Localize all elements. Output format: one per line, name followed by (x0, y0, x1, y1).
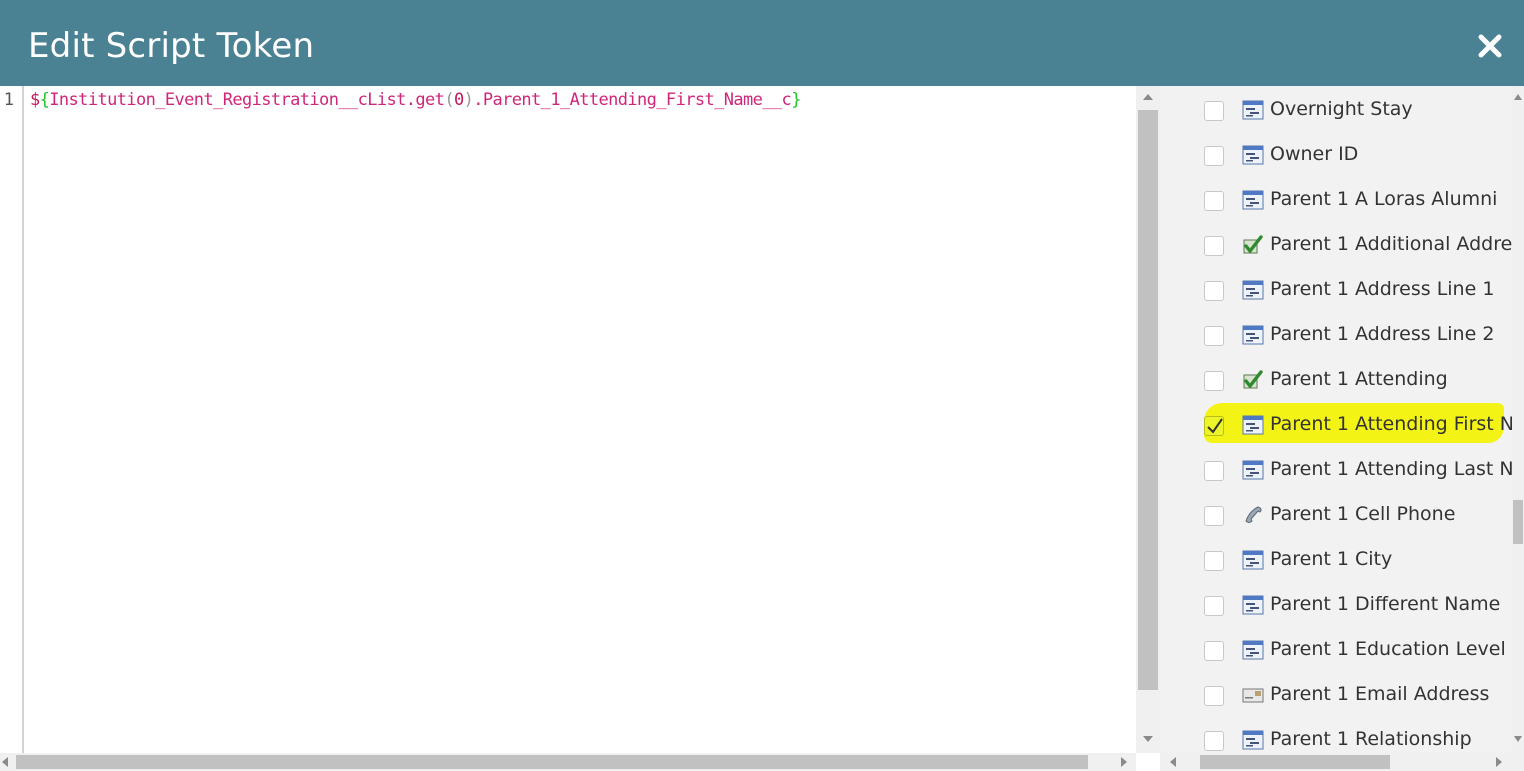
field-checkbox[interactable] (1204, 415, 1224, 436)
field-list-vertical-scrollbar[interactable] (1512, 86, 1524, 753)
text-field-icon (1242, 415, 1264, 435)
text-field-icon (1242, 550, 1264, 570)
field-list-item[interactable]: Owner ID (1204, 131, 1512, 176)
field-label: Parent 1 Attending (1270, 367, 1448, 390)
field-label: Parent 1 Address Line 2 (1270, 322, 1495, 345)
field-list-item[interactable]: Parent 1 Cell Phone (1204, 491, 1512, 536)
field-list-item[interactable]: Parent 1 City (1204, 536, 1512, 581)
text-field-icon (1242, 145, 1264, 165)
field-label: Parent 1 Email Address (1270, 682, 1490, 705)
scroll-right-arrow-icon[interactable] (1121, 757, 1127, 767)
field-list-item[interactable]: Parent 1 Attending Last Name (1204, 446, 1512, 491)
field-checkbox[interactable] (1204, 280, 1224, 301)
code-open-paren: ( (444, 90, 454, 110)
text-field-icon (1242, 595, 1264, 615)
boolean-field-icon (1242, 369, 1264, 390)
editor-vertical-scroll-thumb[interactable] (1138, 110, 1158, 690)
field-label: Parent 1 A Loras Alumni (1270, 187, 1498, 210)
text-field-icon (1242, 325, 1264, 345)
field-list-item[interactable]: Parent 1 Education Level (1204, 626, 1512, 671)
field-list-vertical-scroll-thumb[interactable] (1513, 500, 1523, 544)
field-checkbox[interactable] (1204, 145, 1224, 166)
field-list-item[interactable]: Parent 1 Email Address (1204, 671, 1512, 716)
code-field-name: .Parent_1_Attending_First_Name__c (473, 90, 792, 110)
field-label: Parent 1 Relationship (1270, 727, 1472, 750)
field-label: Parent 1 Attending First Name (1270, 412, 1512, 435)
dialog-header: Edit Script Token (0, 0, 1524, 86)
line-gutter: 1 (0, 86, 24, 753)
field-checkbox[interactable] (1204, 685, 1224, 706)
field-list-item[interactable]: Parent 1 Attending (1204, 356, 1512, 401)
field-list-item[interactable]: Parent 1 Additional Address (1204, 221, 1512, 266)
field-label: Parent 1 City (1270, 547, 1393, 570)
field-label: Overnight Stay (1270, 97, 1413, 120)
text-field-icon (1242, 730, 1264, 750)
field-checkbox[interactable] (1204, 460, 1224, 481)
field-checkbox[interactable] (1204, 370, 1224, 391)
text-field-icon (1242, 100, 1264, 120)
field-checkbox[interactable] (1204, 550, 1224, 571)
field-label: Parent 1 Different Name (1270, 592, 1501, 615)
code-line[interactable]: ${Institution_Event_Registration__cList.… (30, 90, 801, 110)
text-field-icon (1242, 640, 1264, 660)
dialog-title: Edit Script Token (28, 26, 315, 66)
field-list-item[interactable]: Parent 1 Relationship (1204, 716, 1512, 753)
field-checkbox[interactable] (1204, 235, 1224, 256)
field-list-item[interactable]: Parent 1 Address Line 1 (1204, 266, 1512, 311)
field-list-item[interactable]: Parent 1 Different Name (1204, 581, 1512, 626)
scroll-down-arrow-icon[interactable] (1143, 736, 1153, 742)
field-list: Overnight Stay Owner ID Parent 1 A Loras A… (1160, 86, 1512, 753)
code-close-brace: } (791, 90, 801, 110)
field-label: Parent 1 Additional Address (1270, 232, 1512, 255)
field-checkbox[interactable] (1204, 100, 1224, 121)
editor-vertical-scrollbar[interactable] (1136, 86, 1160, 753)
field-label: Parent 1 Attending Last Name (1270, 457, 1512, 480)
scroll-up-arrow-icon[interactable] (1143, 94, 1153, 100)
text-field-icon (1242, 460, 1264, 480)
text-field-icon (1242, 190, 1264, 210)
field-list-item[interactable]: Parent 1 Attending First Name (1204, 401, 1512, 446)
code-dollar: $ (30, 90, 40, 110)
field-list-item[interactable]: Overnight Stay (1204, 86, 1512, 131)
scroll-up-arrow-icon[interactable] (1514, 94, 1522, 100)
editor-horizontal-scroll-thumb[interactable] (16, 755, 1088, 769)
field-checkbox[interactable] (1204, 640, 1224, 661)
code-identifier: Institution_Event_Registration__cList.ge… (49, 90, 445, 110)
field-checkbox[interactable] (1204, 190, 1224, 211)
field-list-horizontal-scrollbar[interactable] (1160, 753, 1524, 771)
scroll-left-arrow-icon[interactable] (1170, 757, 1176, 767)
code-open-brace: { (39, 90, 50, 110)
field-checkbox[interactable] (1204, 505, 1224, 526)
field-label: Owner ID (1270, 142, 1359, 165)
scroll-right-arrow-icon[interactable] (1496, 757, 1502, 767)
boolean-field-icon (1242, 234, 1264, 255)
field-list-horizontal-scroll-thumb[interactable] (1200, 755, 1390, 769)
field-list-panel: Overnight Stay Owner ID Parent 1 A Loras A… (1160, 86, 1524, 771)
line-number: 1 (3, 90, 14, 110)
text-field-icon (1242, 280, 1264, 300)
field-label: Parent 1 Address Line 1 (1270, 277, 1495, 300)
field-label: Parent 1 Education Level (1270, 637, 1506, 660)
field-checkbox[interactable] (1204, 325, 1224, 346)
editor-horizontal-scrollbar[interactable] (0, 753, 1136, 771)
close-button[interactable] (1476, 32, 1504, 60)
field-label: Parent 1 Cell Phone (1270, 502, 1456, 525)
scroll-down-arrow-icon[interactable] (1514, 736, 1522, 742)
phone-field-icon (1242, 505, 1264, 525)
field-list-item[interactable]: Parent 1 A Loras Alumni (1204, 176, 1512, 221)
close-icon (1478, 34, 1502, 58)
field-checkbox[interactable] (1204, 730, 1224, 751)
code-editor[interactable]: 1 ${Institution_Event_Registration__cLis… (0, 86, 1160, 771)
field-list-item[interactable]: Parent 1 Address Line 2 (1204, 311, 1512, 356)
code-number: 0 (453, 90, 464, 110)
scroll-left-arrow-icon[interactable] (2, 757, 8, 767)
email-field-icon (1242, 685, 1264, 705)
field-checkbox[interactable] (1204, 595, 1224, 616)
code-close-paren: ) (463, 90, 474, 110)
